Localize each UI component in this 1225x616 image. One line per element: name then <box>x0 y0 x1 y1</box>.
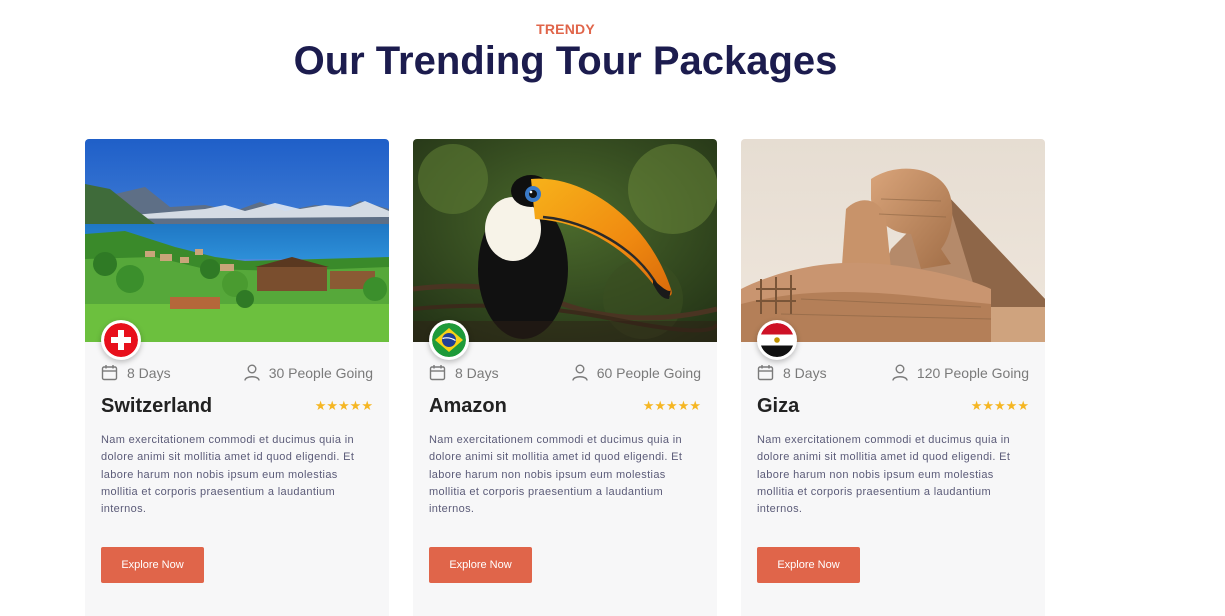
people-count: 60 People Going <box>571 364 701 381</box>
tour-description: Nam exercitationem commodi et ducimus qu… <box>429 434 683 516</box>
destination-name: Giza <box>757 395 800 417</box>
calendar-icon <box>757 365 774 381</box>
star-rating-icon: ★★★★★ <box>970 398 1029 413</box>
days-label: 8 Days <box>455 364 499 381</box>
giza-image[interactable] <box>741 139 1045 342</box>
explore-now-button[interactable]: Explore Now <box>429 547 532 583</box>
explore-now-button[interactable]: Explore Now <box>757 547 860 583</box>
user-icon <box>243 364 260 381</box>
swiss-flag-icon <box>101 320 141 360</box>
tour-card-giza: 8 Days 120 People Going Giza ★★★★★ Nam e… <box>741 139 1045 616</box>
tour-card-amazon: 8 Days 60 People Going Amazon ★★★★★ Nam … <box>413 139 717 616</box>
duration: 8 Days <box>757 364 827 381</box>
user-icon <box>892 364 908 381</box>
section-eyebrow: TRENDY <box>536 21 595 37</box>
people-count: 30 People Going <box>243 364 373 381</box>
people-count: 120 People Going <box>892 364 1029 381</box>
destination-name: Switzerland <box>101 395 213 417</box>
tour-description: Nam exercitationem commodi et ducimus qu… <box>101 434 355 516</box>
days-label: 8 Days <box>127 364 171 381</box>
calendar-icon <box>429 365 446 381</box>
user-icon <box>571 364 588 381</box>
card-meta: 8 Days 120 People Going <box>757 364 1029 384</box>
egypt-flag-icon <box>757 320 797 360</box>
section-header: TRENDY Our Trending Tour Packages <box>0 20 1131 84</box>
calendar-icon <box>101 365 118 381</box>
destination-name: Amazon <box>429 395 507 417</box>
tour-card-switzerland: 8 Days 30 People Going Switzerland ★★★★★… <box>85 139 389 616</box>
star-rating-icon: ★★★★★ <box>314 398 373 413</box>
star-rating-icon: ★★★★★ <box>642 398 701 413</box>
tour-description: Nam exercitationem commodi et ducimus qu… <box>757 434 1011 516</box>
people-label: 60 People Going <box>596 364 701 381</box>
people-label: 120 People Going <box>916 364 1029 381</box>
card-meta: 8 Days 60 People Going <box>429 364 701 384</box>
duration: 8 Days <box>101 364 171 381</box>
brazil-flag-icon <box>429 320 469 360</box>
duration: 8 Days <box>429 364 499 381</box>
card-meta: 8 Days 30 People Going <box>101 364 373 384</box>
switzerland-image[interactable] <box>85 139 389 342</box>
amazon-image[interactable] <box>413 139 717 342</box>
explore-now-button[interactable]: Explore Now <box>101 547 204 583</box>
section-title: Our Trending Tour Packages <box>293 39 838 83</box>
days-label: 8 Days <box>783 364 827 381</box>
people-label: 30 People Going <box>268 364 373 381</box>
